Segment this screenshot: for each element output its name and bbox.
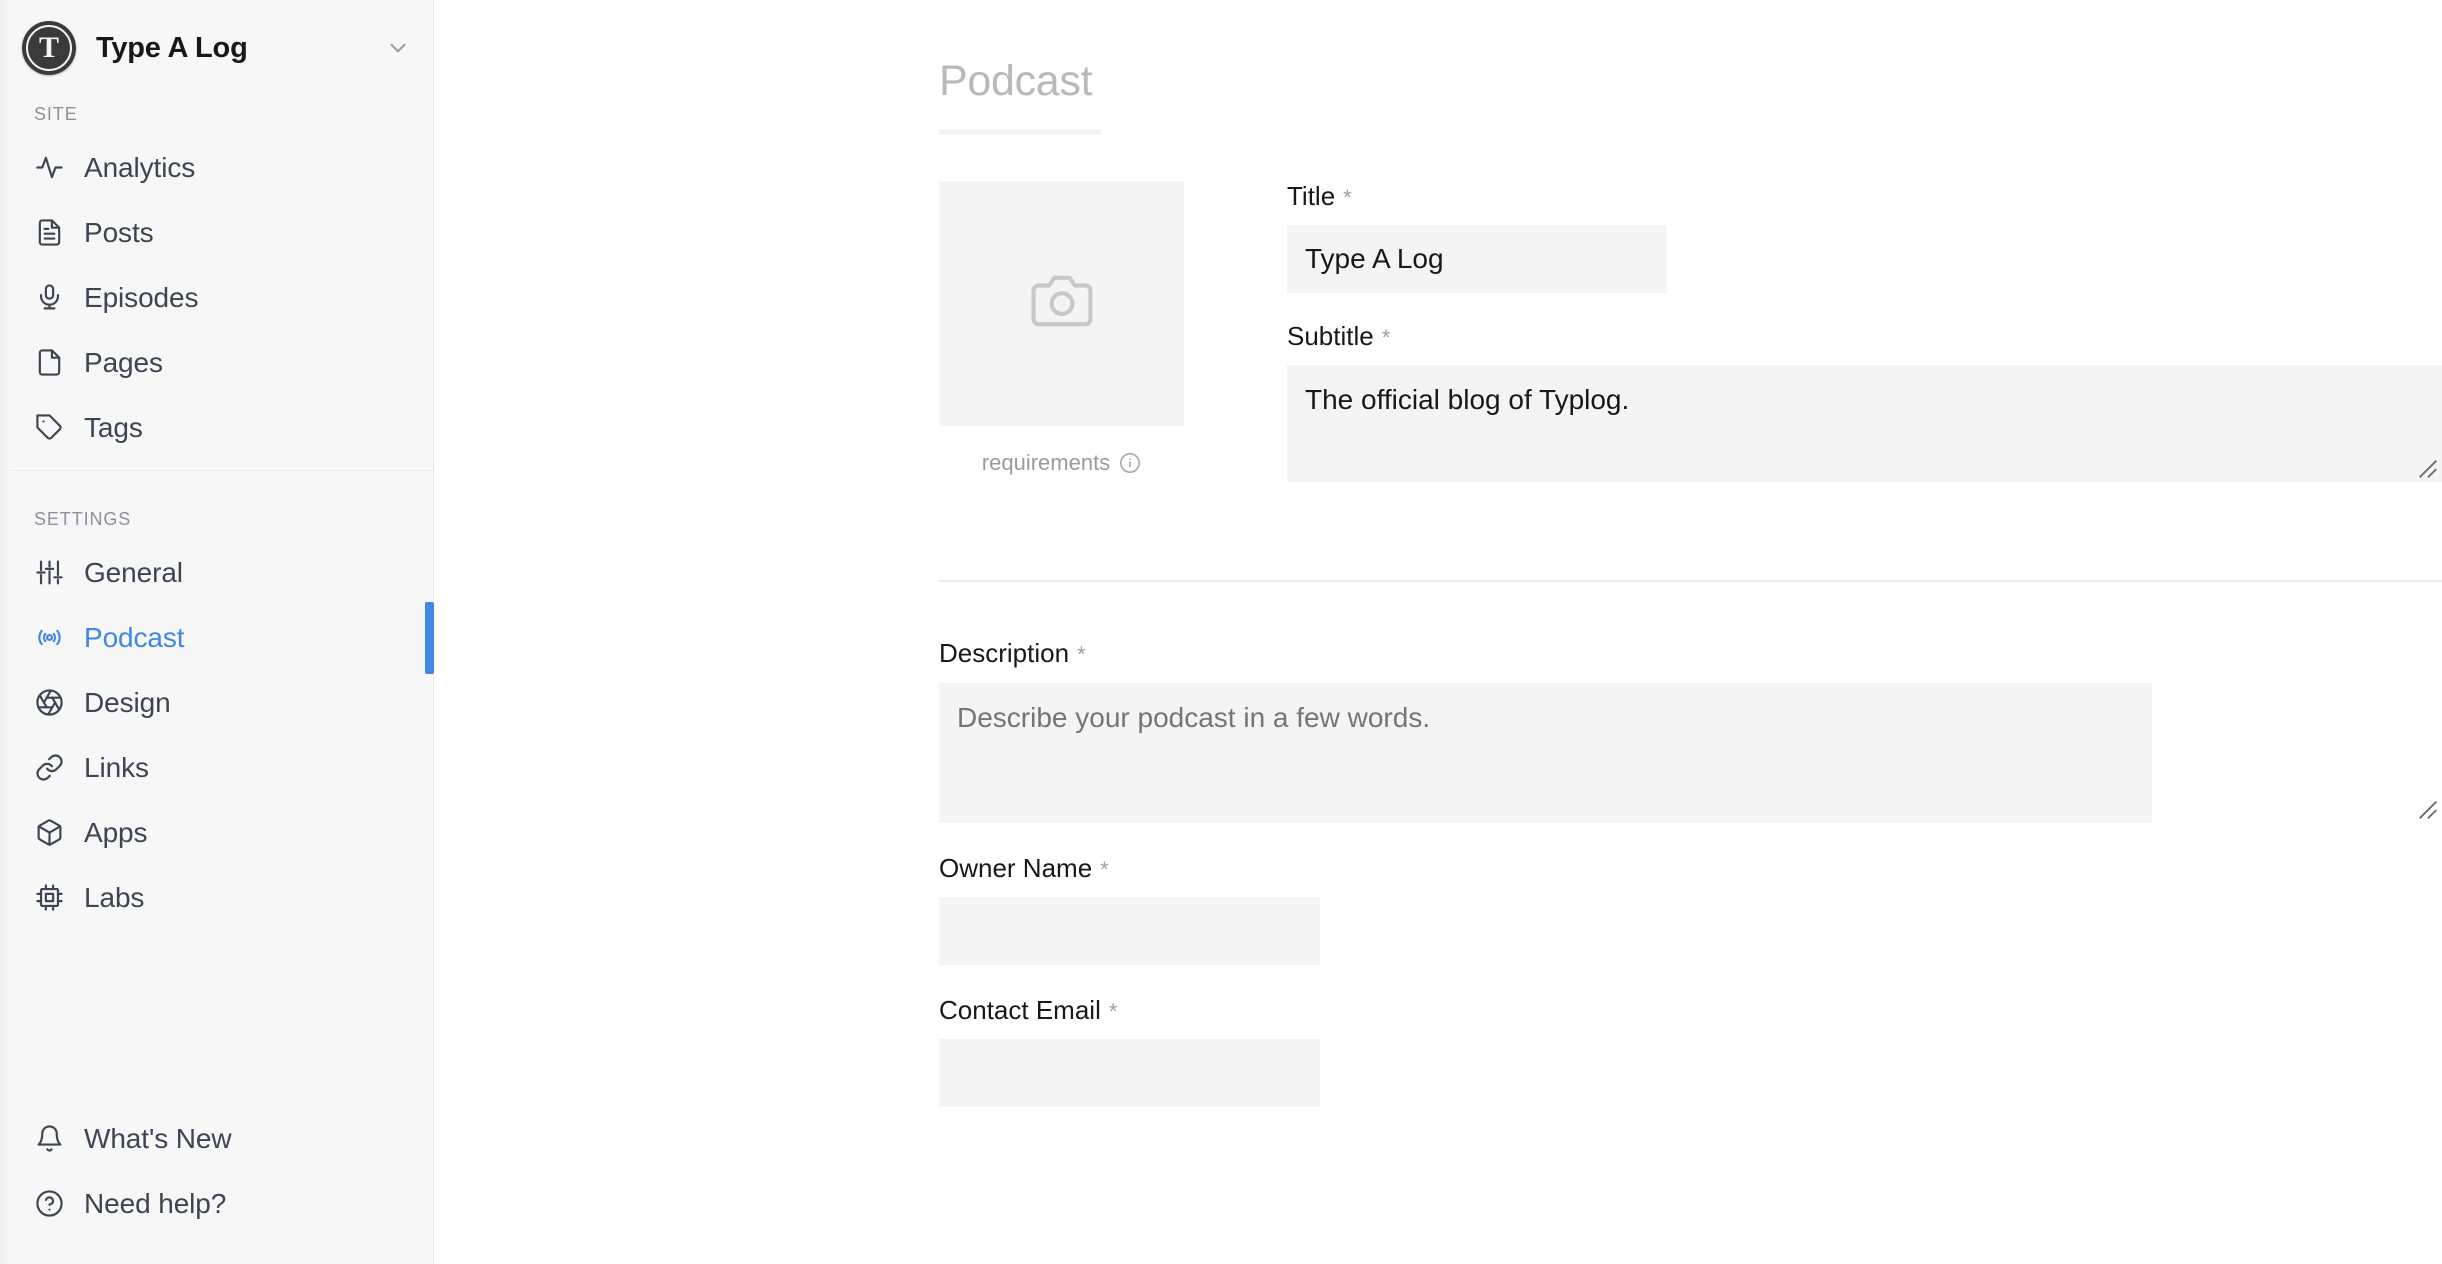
field-contact-email: Contact Email * xyxy=(939,995,2442,1108)
sidebar-item-label: Apps xyxy=(84,816,148,848)
nav-group-settings: SETTINGS General Podcast Design Links Ap… xyxy=(0,470,434,940)
owner-name-input[interactable] xyxy=(939,897,1320,966)
sidebar-item-whats-new[interactable]: What's New xyxy=(0,1106,433,1171)
sidebar-item-label: Design xyxy=(84,686,171,718)
title-input[interactable] xyxy=(1287,225,1667,294)
page-title: Podcast xyxy=(939,57,1093,105)
sidebar-item-label: General xyxy=(84,556,183,588)
required-marker: * xyxy=(1108,999,1118,1025)
sidebar-footer: What's New Need help? xyxy=(0,1106,433,1264)
sidebar-item-tags[interactable]: Tags xyxy=(0,395,433,460)
broadcast-icon xyxy=(34,622,65,653)
camera-icon xyxy=(1031,270,1093,337)
field-label-owner-name: Owner Name * xyxy=(939,853,2442,884)
sidebar-item-apps[interactable]: Apps xyxy=(0,800,433,865)
label-text: Description xyxy=(939,638,1070,669)
info-circle-icon[interactable] xyxy=(1119,452,1141,474)
package-icon xyxy=(34,817,65,848)
podcast-top-form: requirements Title * Subtitle xyxy=(434,135,2442,510)
required-marker: * xyxy=(1381,325,1391,351)
required-marker: * xyxy=(1077,642,1086,668)
field-label-contact-email: Contact Email * xyxy=(939,995,2442,1026)
field-owner-name: Owner Name * xyxy=(939,853,2442,966)
sidebar-item-label: Pages xyxy=(84,346,163,378)
cover-column: requirements xyxy=(939,181,1184,510)
cover-image-upload[interactable] xyxy=(939,181,1184,427)
description-textarea-wrap xyxy=(939,683,2442,824)
sidebar-item-label: Analytics xyxy=(84,151,196,183)
sidebar-item-links[interactable]: Links xyxy=(0,735,433,800)
sidebar-item-pages[interactable]: Pages xyxy=(0,330,433,395)
field-description: Description * xyxy=(939,638,2442,824)
field-label-description: Description * xyxy=(939,638,2442,669)
label-text: Owner Name xyxy=(939,853,1093,884)
nav-group-site: SITE Analytics Posts Episodes Pages Tags xyxy=(0,92,433,470)
required-marker: * xyxy=(1343,185,1352,211)
sidebar-item-posts[interactable]: Posts xyxy=(0,200,433,265)
sidebar: T Type A Log SITE Analytics Posts Episod… xyxy=(0,0,434,1264)
field-subtitle: Subtitle * xyxy=(1287,321,2442,483)
sidebar-item-label: Posts xyxy=(84,216,154,248)
app-root: T Type A Log SITE Analytics Posts Episod… xyxy=(0,0,2442,1264)
microphone-icon xyxy=(34,282,65,313)
field-label-subtitle: Subtitle * xyxy=(1287,321,2442,352)
sliders-icon xyxy=(34,557,65,588)
tag-icon xyxy=(34,412,65,443)
contact-email-input[interactable] xyxy=(939,1039,1320,1108)
top-fields-column: Title * Subtitle * xyxy=(1287,181,2442,510)
sidebar-item-analytics[interactable]: Analytics xyxy=(0,135,433,200)
sidebar-item-need-help[interactable]: Need help? xyxy=(0,1171,433,1236)
sidebar-item-podcast[interactable]: Podcast xyxy=(0,601,434,674)
bell-icon xyxy=(34,1123,65,1154)
main-content: Podcast requirements Title * Type A Log … xyxy=(434,0,2442,1264)
sidebar-item-label: What's New xyxy=(84,1122,232,1154)
label-text: Subtitle xyxy=(1287,321,1374,352)
chevron-down-icon[interactable] xyxy=(385,35,411,61)
sidebar-item-label: Labs xyxy=(84,881,145,913)
sidebar-item-design[interactable]: Design xyxy=(0,670,433,735)
sidebar-item-label: Podcast xyxy=(84,621,185,653)
file-icon xyxy=(34,347,65,378)
cover-requirements-label: requirements xyxy=(981,450,1111,476)
active-page-indicator xyxy=(425,601,434,674)
sidebar-item-label: Need help? xyxy=(84,1187,227,1219)
subtitle-textarea[interactable] xyxy=(1287,365,2442,483)
subtitle-textarea-wrap xyxy=(1287,365,2442,483)
sidebar-item-label: Links xyxy=(84,751,149,783)
cpu-icon xyxy=(34,882,65,913)
nav-group-label-site: SITE xyxy=(34,104,78,124)
sidebar-item-label: Episodes xyxy=(84,281,199,313)
cover-requirements: requirements xyxy=(939,450,1184,476)
file-text-icon xyxy=(34,217,65,248)
description-textarea[interactable] xyxy=(939,683,2152,824)
nav-group-label-settings: SETTINGS xyxy=(34,509,132,529)
sidebar-item-episodes[interactable]: Episodes xyxy=(0,265,433,330)
site-logo: T xyxy=(22,21,76,75)
sidebar-item-label: Tags xyxy=(84,411,143,443)
sidebar-item-general[interactable]: General xyxy=(0,540,433,605)
site-switcher[interactable]: T Type A Log xyxy=(0,0,433,92)
activity-icon xyxy=(34,152,65,183)
page-header: Podcast xyxy=(434,0,2442,136)
label-text: Contact Email xyxy=(939,995,1101,1026)
label-text: Title xyxy=(1287,181,1336,212)
field-title: Title * xyxy=(1287,181,2442,294)
site-name: Type A Log xyxy=(96,31,248,64)
required-marker: * xyxy=(1100,857,1109,883)
resize-handle-icon xyxy=(2418,800,2438,820)
aperture-icon xyxy=(34,687,65,718)
help-circle-icon xyxy=(34,1188,65,1219)
link-icon xyxy=(34,752,65,783)
site-logo-letter: T xyxy=(38,30,59,64)
sidebar-item-labs[interactable]: Labs xyxy=(0,865,433,930)
field-label-title: Title * xyxy=(1287,181,2442,212)
podcast-lower-form: Description * Owner Name * xyxy=(434,582,2442,1108)
